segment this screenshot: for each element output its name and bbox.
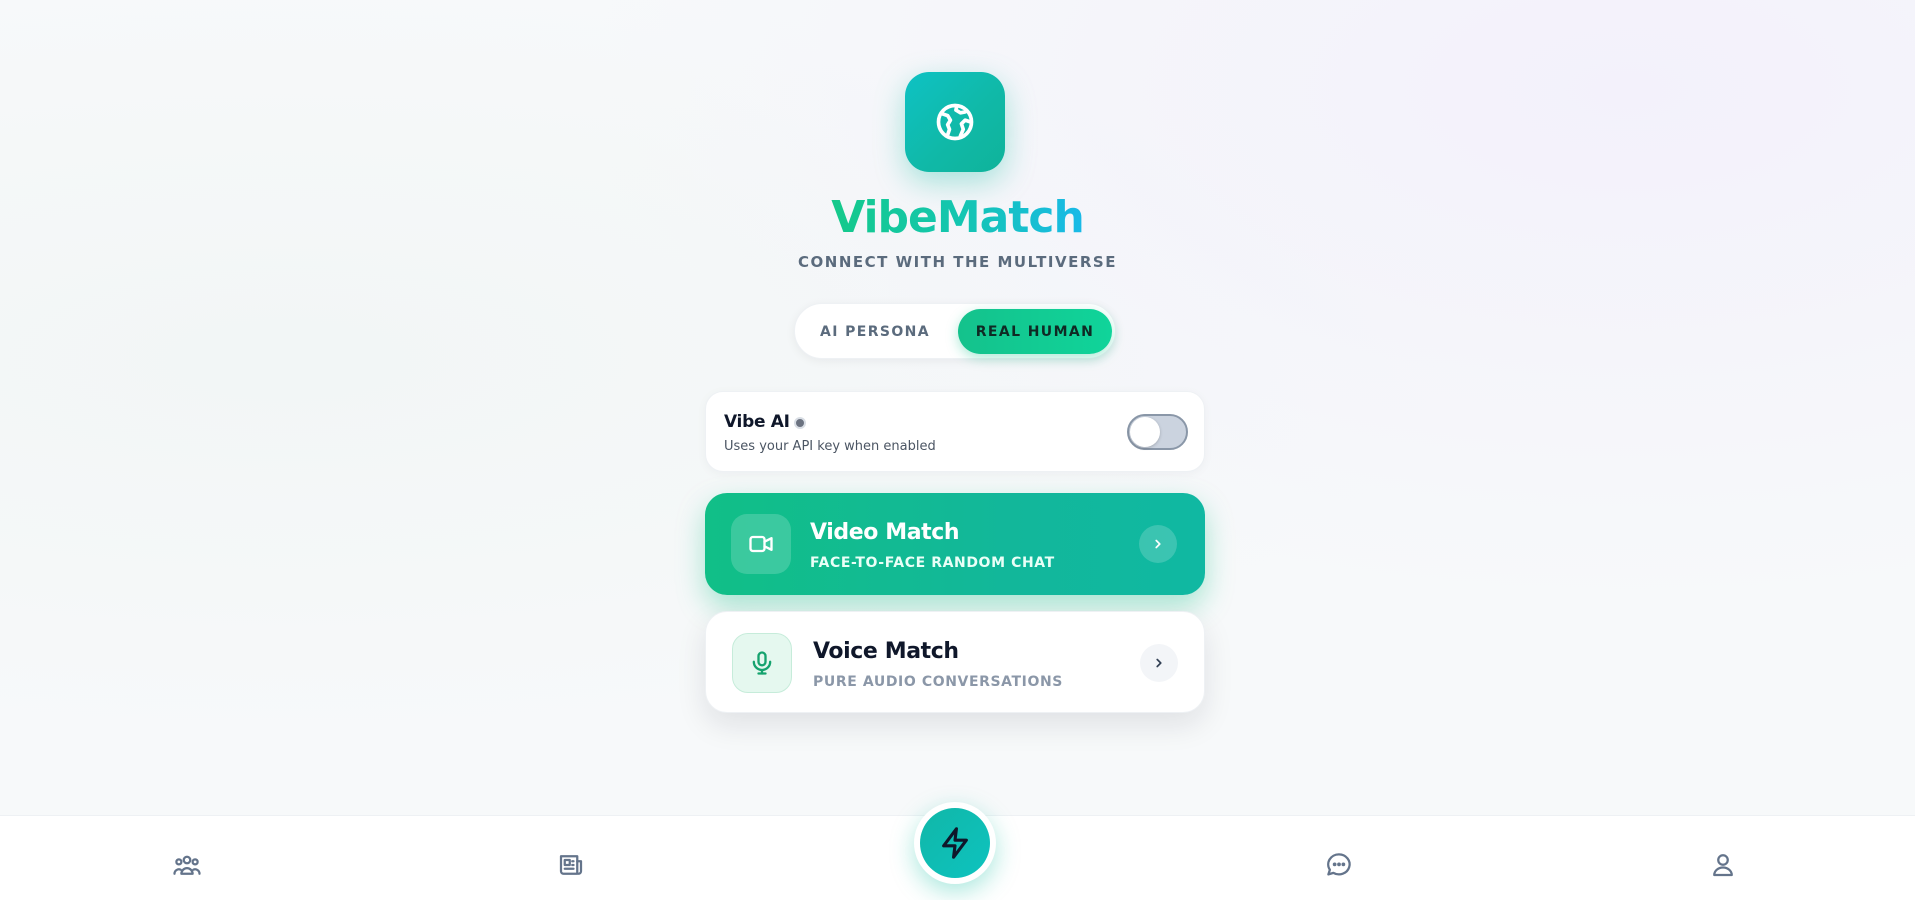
mode-toggle: AI PERSONA REAL HUMAN <box>794 303 1116 359</box>
profile-icon <box>1713 854 1733 877</box>
feed-icon <box>559 855 583 875</box>
vibe-ai-description: Uses your API key when enabled <box>724 439 936 454</box>
toggle-knob <box>1130 417 1160 447</box>
app-logo <box>905 72 1005 172</box>
lightning-icon <box>942 827 968 859</box>
community-icon <box>173 855 201 875</box>
app-tagline: CONNECT WITH THE MULTIVERSE <box>798 253 1117 271</box>
video-match-subtitle: FACE-TO-FACE RANDOM CHAT <box>810 555 1055 571</box>
nav-chat[interactable] <box>1322 848 1356 882</box>
globe-icon <box>936 103 974 141</box>
video-icon-tile <box>731 514 791 574</box>
nav-profile[interactable] <box>1706 848 1740 882</box>
microphone-icon <box>752 651 772 675</box>
vibe-ai-card: Vibe AI Uses your API key when enabled <box>705 391 1205 472</box>
chevron-right-icon <box>1139 525 1177 563</box>
chat-icon <box>1327 853 1351 876</box>
vibe-ai-toggle[interactable] <box>1127 414 1188 450</box>
voice-match-title: Voice Match <box>813 639 959 664</box>
video-match-title: Video Match <box>810 520 960 545</box>
chevron-right-icon <box>1140 644 1178 682</box>
status-dot-icon <box>794 417 806 429</box>
mode-option-real-human[interactable]: REAL HUMAN <box>958 309 1112 354</box>
voice-match-subtitle: PURE AUDIO CONVERSATIONS <box>813 674 1063 690</box>
app-title: VibeMatch <box>831 192 1085 243</box>
quick-match-button[interactable] <box>914 802 996 884</box>
nav-feed[interactable] <box>554 848 588 882</box>
nav-community[interactable] <box>170 848 204 882</box>
voice-icon-tile <box>732 633 792 693</box>
mode-option-ai-persona[interactable]: AI PERSONA <box>800 309 950 354</box>
voice-match-button[interactable]: Voice Match PURE AUDIO CONVERSATIONS <box>705 611 1205 713</box>
video-match-button[interactable]: Video Match FACE-TO-FACE RANDOM CHAT <box>705 493 1205 595</box>
quick-match-circle <box>920 808 990 878</box>
video-camera-icon <box>749 535 773 553</box>
vibe-ai-title: Vibe AI <box>724 412 790 432</box>
